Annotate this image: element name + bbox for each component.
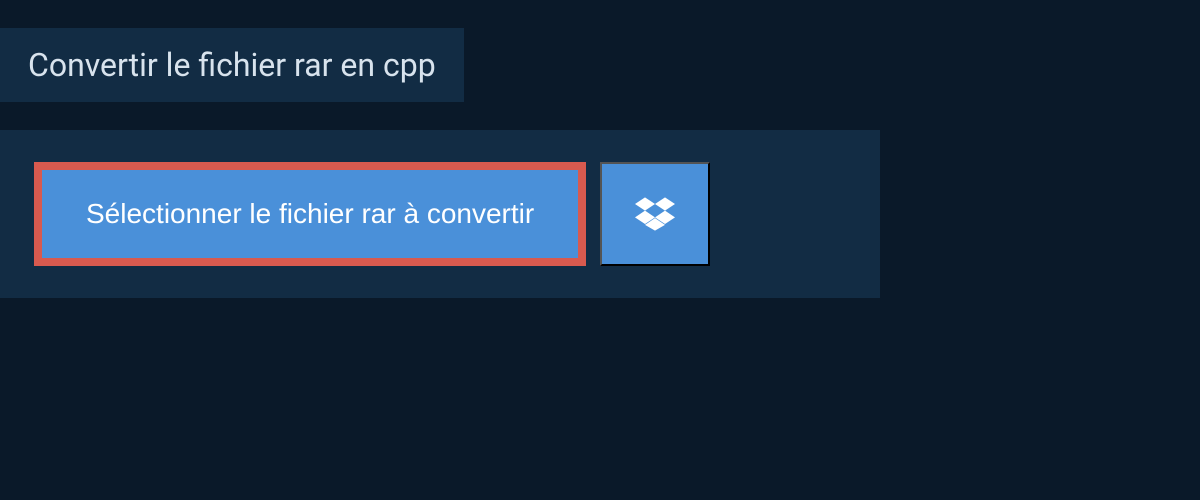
dropbox-button[interactable] bbox=[600, 162, 710, 266]
select-file-button[interactable]: Sélectionner le fichier rar à convertir bbox=[34, 162, 586, 266]
button-row: Sélectionner le fichier rar à convertir bbox=[34, 162, 846, 266]
page-title: Convertir le fichier rar en cpp bbox=[28, 46, 436, 84]
header-tab: Convertir le fichier rar en cpp bbox=[0, 28, 464, 102]
upload-panel: Sélectionner le fichier rar à convertir bbox=[0, 130, 880, 298]
dropbox-icon bbox=[635, 194, 675, 234]
